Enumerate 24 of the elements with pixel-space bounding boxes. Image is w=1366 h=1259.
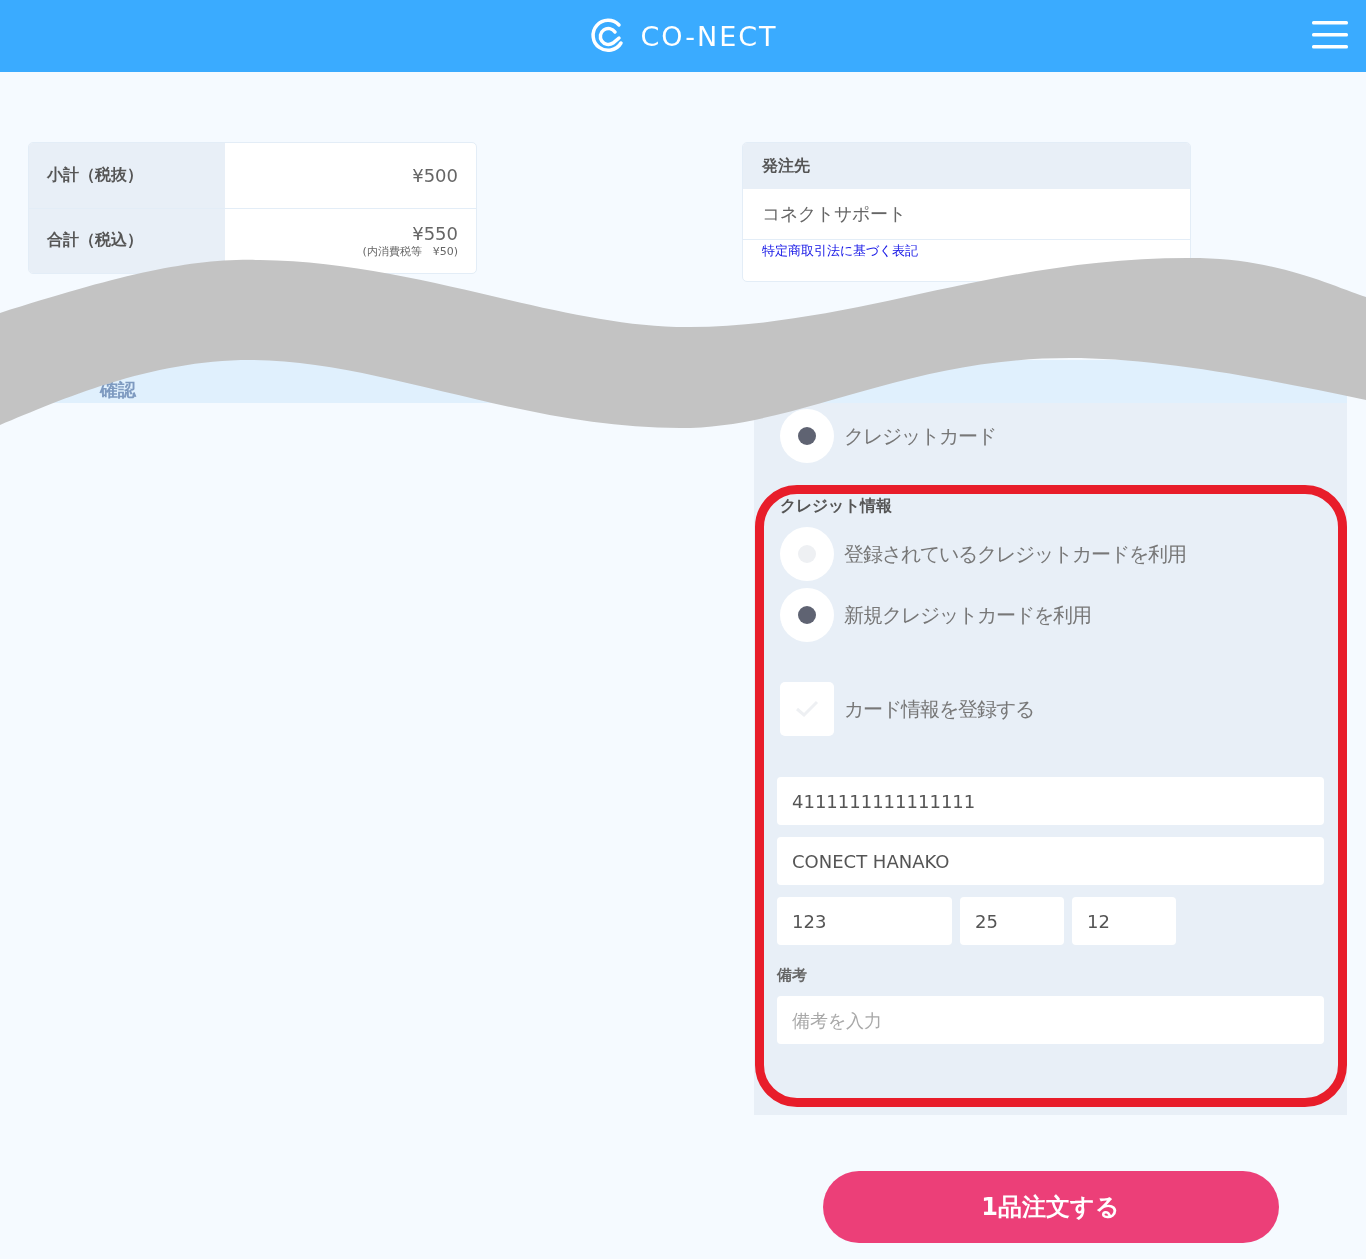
expiry-month-field[interactable]: 12 — [1072, 897, 1176, 945]
radio-button[interactable] — [780, 409, 834, 463]
card-number-field[interactable]: 4111111111111111 — [777, 777, 1324, 825]
security-code-field[interactable]: 123 — [777, 897, 952, 945]
price: ¥500 — [412, 164, 458, 186]
option-label: 登録されているクレジットカードを利用 — [844, 540, 1186, 568]
option-label: クレジットカード — [844, 422, 996, 450]
summary-label: 小計（税抜） — [29, 143, 225, 208]
cardholder-name-field[interactable]: CONECT HANAKO — [777, 837, 1324, 885]
logo-text: CO-NECT — [640, 20, 778, 52]
summary-label: 合計（税込） — [29, 208, 225, 273]
remarks-field[interactable]: 備考を入力 — [777, 996, 1324, 1044]
supplier-heading: 発注先 — [743, 143, 1190, 189]
menu-icon[interactable] — [1312, 20, 1348, 50]
option-label: 新規クレジットカードを利用 — [844, 601, 1091, 629]
credit-info-title: クレジット情報 — [780, 496, 893, 516]
expiry-year-field[interactable]: 25 — [960, 897, 1064, 945]
order-button[interactable]: 1品注文する — [822, 1171, 1279, 1243]
radio-button[interactable] — [780, 588, 834, 642]
checkbox-label: カード情報を登録する — [844, 695, 1034, 723]
remarks-label: 備考 — [777, 966, 808, 984]
price: ¥550 — [412, 222, 458, 244]
tax-note: (内消費税等 ¥50) — [362, 243, 458, 259]
supplier-name: コネクトサポート — [743, 189, 1190, 240]
